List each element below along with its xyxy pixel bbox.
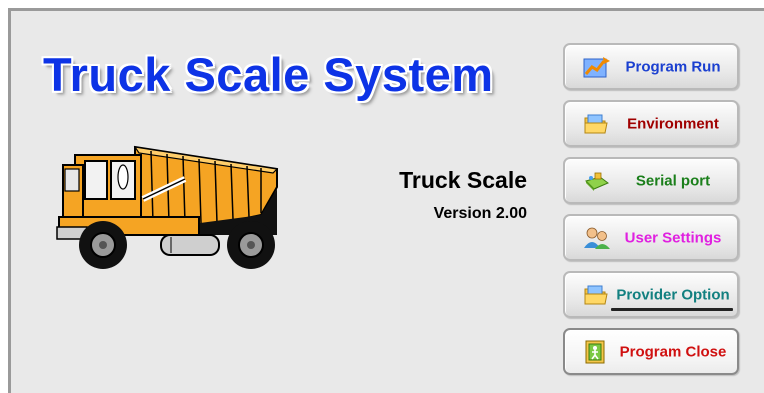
program-close-button[interactable]: Program Close — [563, 328, 739, 375]
chart-icon — [583, 56, 610, 77]
app-title: Truck Scale System — [43, 48, 494, 101]
serial-port-button[interactable]: Serial port — [563, 157, 739, 204]
folder-icon — [584, 285, 608, 304]
folder-icon — [584, 114, 608, 133]
user-settings-button[interactable]: User Settings — [563, 214, 739, 261]
focus-underline — [611, 308, 733, 311]
exit-door-icon — [585, 340, 605, 363]
provider-option-button[interactable]: Provider Option — [563, 271, 739, 318]
dump-truck-image — [56, 145, 279, 269]
user-settings-label: User Settings — [624, 229, 722, 246]
program-run-button[interactable]: Program Run — [563, 43, 739, 90]
program-run-label: Program Run — [625, 58, 721, 75]
serial-port-label: Serial port — [635, 172, 711, 189]
program-close-label: Program Close — [619, 343, 727, 360]
provider-option-label: Provider Option — [616, 286, 730, 303]
main-window: Truck Scale System Truck Scale Version 2… — [8, 8, 764, 393]
product-version: Version 2.00 — [433, 205, 527, 222]
environment-label: Environment — [627, 115, 719, 132]
users-icon — [584, 227, 610, 249]
serial-port-icon — [585, 172, 609, 191]
environment-button[interactable]: Environment — [563, 100, 739, 147]
product-name: Truck Scale — [399, 167, 527, 193]
